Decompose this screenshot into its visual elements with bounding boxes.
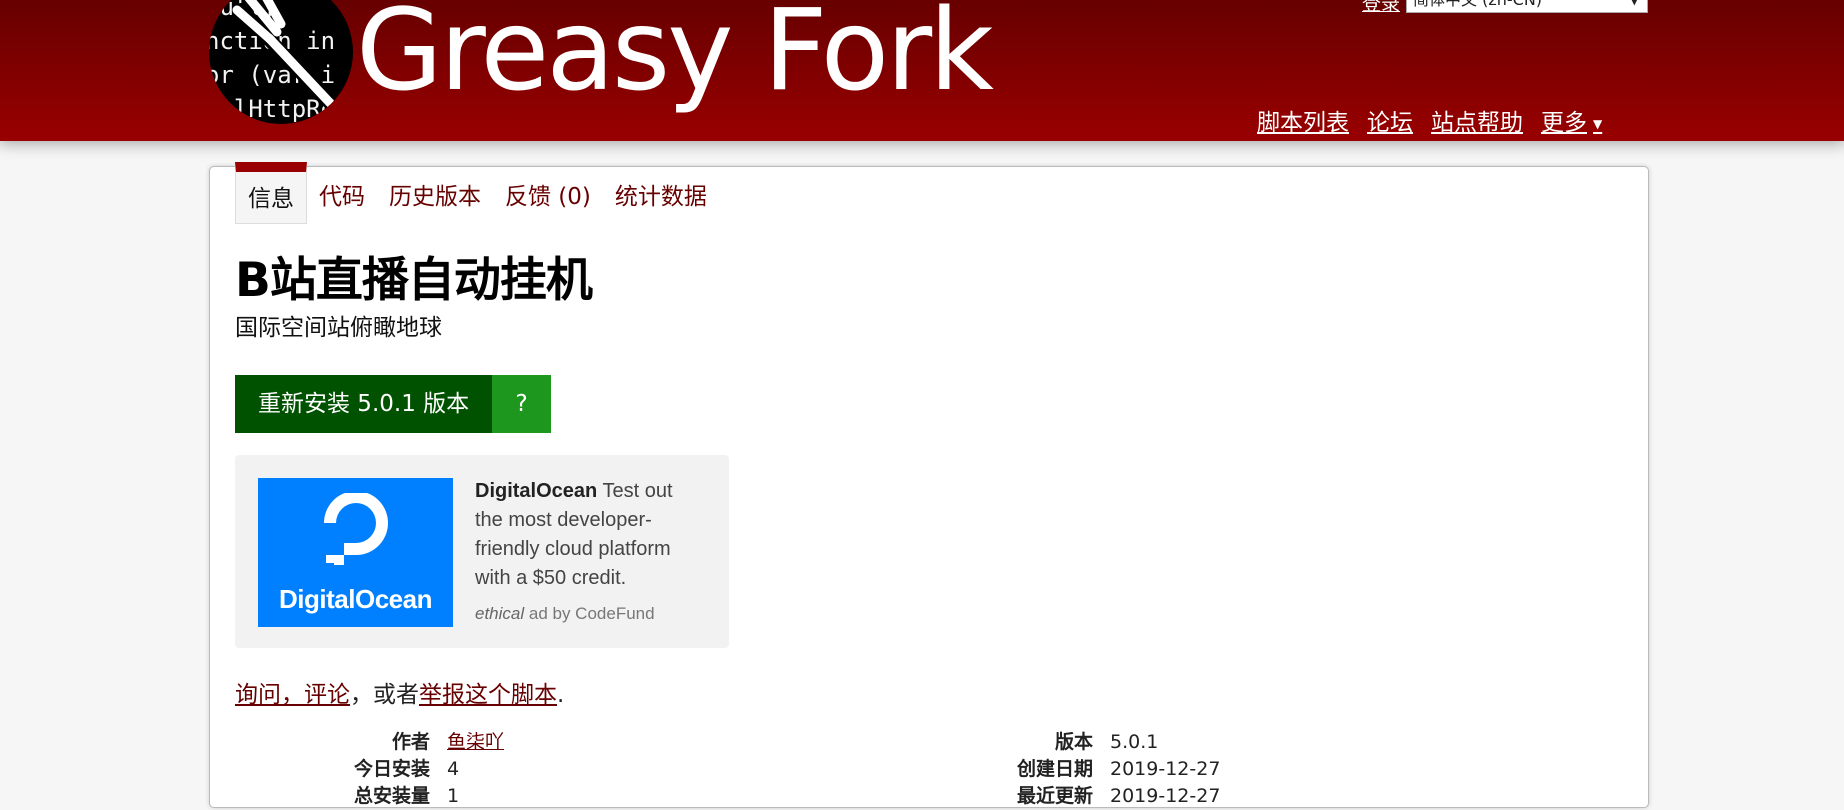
meta-row-total-installs: 总安装量 1 — [235, 783, 504, 810]
meta-value: 5.0.1 — [1110, 731, 1159, 753]
ad-brand: DigitalOcean — [475, 480, 598, 502]
meta-label: 创建日期 — [1016, 758, 1093, 780]
ad-footer[interactable]: ethical ad by CodeFund — [475, 604, 655, 624]
site-name[interactable]: Greasy Fork — [356, 0, 994, 116]
nav-help[interactable]: 站点帮助 — [1431, 103, 1523, 137]
tab-feedback[interactable]: 反馈 (0) — [493, 162, 603, 219]
main-nav: 脚本列表 论坛 站点帮助 更多 ▼ — [1257, 103, 1602, 137]
install-button[interactable]: 重新安装 5.0.1 版本 — [235, 375, 493, 433]
script-info-card: 信息 代码 历史版本 反馈 (0) 统计数据 B站直播自动挂机 国际空间站俯瞰地… — [209, 162, 1649, 810]
meta-label: 总安装量 — [353, 785, 430, 807]
nav-scripts[interactable]: 脚本列表 — [1257, 103, 1349, 137]
meta-row-author: 作者 鱼柒吖 — [235, 729, 504, 756]
ad-text[interactable]: DigitalOcean Test out the most developer… — [475, 477, 705, 593]
meta-row-updated: 最近更新 2019-12-27 — [770, 783, 1220, 810]
script-meta-left: 作者 鱼柒吖 今日安装 4 总安装量 1 — [235, 729, 504, 810]
meta-value: 1 — [447, 785, 460, 807]
meta-row-version: 版本 5.0.1 — [770, 729, 1220, 756]
ad-footer-rest: ad by CodeFund — [524, 604, 655, 623]
meta-row-daily-installs: 今日安装 4 — [235, 756, 504, 783]
dropdown-arrow-icon: ▼ — [1593, 116, 1603, 131]
script-description: 国际空间站俯瞰地球 — [235, 315, 442, 341]
script-meta-right: 版本 5.0.1 创建日期 2019-12-27 最近更新 2019-12-27 — [770, 729, 1220, 810]
meta-label: 最近更新 — [1016, 785, 1093, 807]
author-link[interactable]: 鱼柒吖 — [447, 729, 504, 756]
meta-row-created: 创建日期 2019-12-27 — [770, 756, 1220, 783]
feedback-end: . — [557, 682, 565, 708]
tab-stats[interactable]: 统计数据 — [603, 162, 719, 219]
nav-more[interactable]: 更多 ▼ — [1541, 103, 1602, 137]
site-header: null, nction in or (var i = 0 XmlHttpRe … — [0, 0, 1844, 141]
feedback-line: 询问，评论，或者举报这个脚本. — [235, 675, 564, 709]
ad-footer-ethical: ethical — [475, 604, 525, 623]
script-tabs: 信息 代码 历史版本 反馈 (0) 统计数据 — [235, 162, 719, 224]
meta-value: 2019-12-27 — [1110, 758, 1221, 780]
report-script-link[interactable]: 举报这个脚本 — [419, 682, 557, 708]
meta-label: 今日安装 — [353, 758, 430, 780]
ad-image-brand: DigitalOcean — [279, 584, 432, 614]
site-logo[interactable]: null, nction in or (var i = 0 XmlHttpRe … — [209, 0, 353, 124]
digitalocean-logo-icon — [324, 493, 388, 565]
meta-label: 版本 — [1054, 731, 1093, 753]
feedback-separator: ，或者 — [350, 682, 419, 708]
install-area: 重新安装 5.0.1 版本 ? — [235, 375, 552, 433]
chevron-down-icon: ▼ — [1629, 0, 1639, 7]
meta-value: 2019-12-27 — [1110, 785, 1221, 807]
tab-code[interactable]: 代码 — [307, 162, 377, 219]
tab-history[interactable]: 历史版本 — [377, 162, 493, 219]
login-link[interactable]: 登录 — [1362, 0, 1400, 16]
ad-image[interactable]: DigitalOcean — [258, 478, 453, 627]
meta-label: 作者 — [391, 731, 430, 753]
tab-info[interactable]: 信息 — [235, 162, 307, 224]
meta-value: 4 — [447, 758, 460, 780]
fork-icon — [232, 0, 340, 113]
install-help-button[interactable]: ? — [492, 375, 552, 433]
ad-box: DigitalOcean DigitalOcean Test out the m… — [235, 455, 729, 648]
nav-more-label: 更多 — [1541, 110, 1587, 136]
nav-forum[interactable]: 论坛 — [1367, 103, 1413, 137]
language-select[interactable]: 简体中文 (zh-CN) ▼ — [1406, 0, 1648, 13]
language-select-value: 简体中文 (zh-CN) — [1413, 0, 1542, 9]
ask-comment-link[interactable]: 询问，评论 — [235, 682, 350, 708]
script-title: B站直播自动挂机 — [235, 253, 593, 308]
